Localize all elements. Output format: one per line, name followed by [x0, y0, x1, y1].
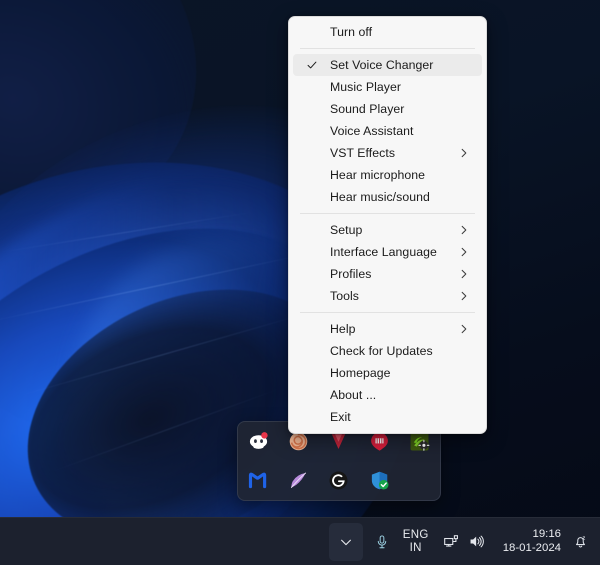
microphone-icon [377, 534, 386, 548]
chevron-right-icon [461, 225, 467, 235]
desktop-screen: Turn off Set Voice Changer Music Player Sou… [0, 0, 600, 565]
menu-item-homepage[interactable]: Homepage [293, 362, 482, 384]
ethernet-icon [443, 535, 458, 547]
menu-item-vst-effects[interactable]: VST Effects [293, 142, 482, 164]
menu-item-help[interactable]: Help [293, 318, 482, 340]
nvidia-green-icon [410, 432, 430, 451]
discord-icon [249, 432, 268, 449]
menu-item-exit[interactable]: Exit [293, 406, 482, 428]
microphone-button[interactable] [367, 523, 397, 561]
menu-item-label: Help [330, 322, 356, 336]
menu-item-label: Turn off [330, 25, 373, 39]
chevron-right-icon [461, 269, 467, 279]
menu-item-interface-language[interactable]: Interface Language [293, 241, 482, 263]
clock-button[interactable]: 19:16 18-01-2024 [493, 523, 566, 561]
clock-time: 19:16 [532, 528, 561, 541]
menu-item-label: Set Voice Changer [330, 58, 434, 72]
menu-item-check-for-updates[interactable]: Check for Updates [293, 340, 482, 362]
menu-item-label: Sound Player [330, 102, 405, 116]
menu-item-label: About ... [330, 388, 377, 402]
menu-item-tools[interactable]: Tools [293, 285, 482, 307]
windows-security-shield-icon[interactable] [368, 470, 390, 492]
menu-separator [300, 312, 475, 313]
clock-date: 18-01-2024 [502, 541, 561, 554]
blue-m-icon [248, 472, 266, 489]
language-indicator-button[interactable]: ENG IN [397, 523, 435, 561]
menu-separator [300, 213, 475, 214]
menu-item-label: Profiles [330, 267, 372, 281]
menu-item-label: Tools [330, 289, 359, 303]
menu-item-sound-player[interactable]: Sound Player [293, 98, 482, 120]
blue-m-icon[interactable] [247, 470, 269, 492]
menu-item-hear-music-sound[interactable]: Hear music/sound [293, 186, 482, 208]
menu-item-label: Music Player [330, 80, 401, 94]
volume-icon [470, 535, 484, 548]
discord-icon[interactable] [247, 431, 269, 453]
show-hidden-icons-button[interactable] [328, 522, 363, 561]
menu-item-label: Exit [330, 410, 351, 424]
menu-separator [300, 48, 475, 49]
menu-item-voice-assistant[interactable]: Voice Assistant [293, 120, 482, 142]
logitech-g-icon [330, 471, 348, 490]
chevron-down-icon [340, 539, 351, 545]
system-tray-quick-settings-button[interactable] [435, 523, 493, 561]
purple-feather-icon [291, 472, 307, 488]
logitech-g-icon[interactable] [328, 470, 350, 492]
menu-item-label: Hear microphone [330, 168, 426, 182]
menu-item-label: Interface Language [330, 245, 437, 259]
spiral-shell-icon [289, 432, 308, 451]
menu-item-turn-off[interactable]: Turn off [293, 21, 482, 43]
notification-bell-dnd-icon: z [575, 535, 585, 548]
red-circle-app-icon [370, 432, 388, 451]
taskbar[interactable]: ENG IN 19:16 18-01-2024 z [0, 517, 600, 565]
chevron-right-icon [461, 291, 467, 301]
menu-item-label: Voice Assistant [330, 124, 414, 138]
taskbar-tray-area: ENG IN 19:16 18-01-2024 z [328, 518, 600, 565]
windows-security-shield-icon [371, 471, 389, 490]
menu-item-label: Setup [330, 223, 363, 237]
menu-item-label: Homepage [330, 366, 391, 380]
menu-item-music-player[interactable]: Music Player [293, 76, 482, 98]
menu-item-hear-microphone[interactable]: Hear microphone [293, 164, 482, 186]
menu-item-label: VST Effects [330, 146, 396, 160]
menu-item-profiles[interactable]: Profiles [293, 263, 482, 285]
chevron-right-icon [461, 148, 467, 158]
red-chevron-down-icon [332, 434, 346, 449]
chevron-right-icon [461, 247, 467, 257]
language-line-2: IN [409, 541, 422, 554]
menu-item-label: Hear music/sound [330, 190, 430, 204]
menu-item-label: Check for Updates [330, 344, 433, 358]
notification-center-button[interactable]: z [566, 523, 594, 561]
language-line-1: ENG [402, 529, 429, 542]
check-icon [307, 61, 317, 69]
purple-feather-icon[interactable] [288, 470, 310, 492]
menu-item-about[interactable]: About ... [293, 384, 482, 406]
menu-item-set-voice-changer[interactable]: Set Voice Changer [293, 54, 482, 76]
menu-item-setup[interactable]: Setup [293, 219, 482, 241]
voice-changer-tray-menu[interactable]: Turn off Set Voice Changer Music Player Sou… [288, 16, 487, 434]
svg-text:z: z [582, 535, 585, 541]
chevron-right-icon [461, 324, 467, 334]
